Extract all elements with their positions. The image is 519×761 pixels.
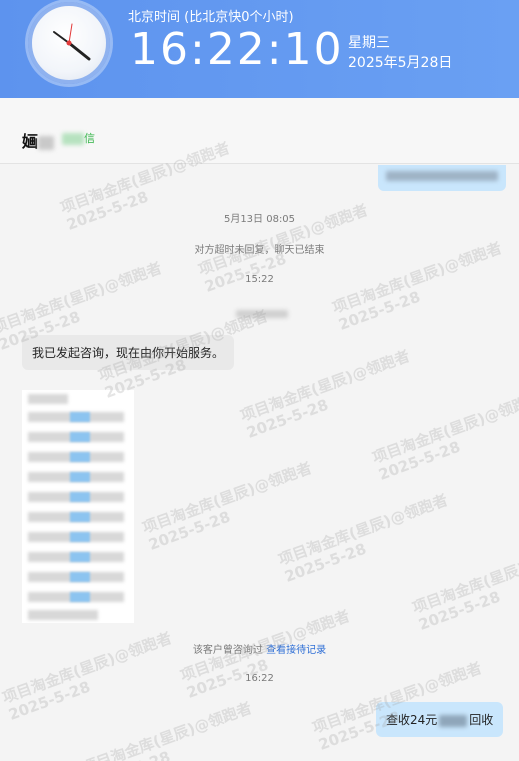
redacted-channel bbox=[62, 133, 84, 145]
redacted-name bbox=[38, 135, 55, 150]
message-out-redacted bbox=[378, 165, 506, 191]
system-notice: 对方超时未回复，聊天已结束 bbox=[194, 245, 325, 256]
contact-channel: 信 bbox=[62, 130, 95, 146]
timestamp-1: 15:22 bbox=[245, 274, 274, 285]
contact-header: 婳 信 bbox=[0, 98, 519, 164]
message-out-2-suffix: 回收 bbox=[469, 713, 494, 727]
redacted-item bbox=[439, 714, 468, 727]
clock-time: 16:22:10 bbox=[130, 24, 344, 75]
redacted-notice bbox=[236, 305, 288, 318]
message-out-2: 查收24元 回收 bbox=[376, 702, 504, 737]
message-in-1: 我已发起咨询，现在由你开始服务。 bbox=[22, 335, 235, 370]
clock-icon bbox=[28, 2, 110, 84]
clock-weekday: 星期三 bbox=[348, 35, 390, 51]
system-date: 5月13日 08:05 bbox=[223, 214, 296, 225]
chat-history[interactable]: 5月13日 08:05 对方超时未回复，聊天已结束 15:22 我已发起咨询，现… bbox=[0, 165, 519, 761]
view-history-link[interactable]: 查看接待记录 bbox=[266, 645, 326, 656]
clock-header: 北京时间 (比北京快0个小时) 16:22:10 星期三 2025年5月28日 bbox=[0, 0, 519, 98]
message-in-1-text: 我已发起咨询，现在由你开始服务。 bbox=[32, 346, 225, 360]
clock-date: 2025年5月28日 bbox=[348, 55, 453, 71]
message-out-2-prefix: 查收24元 bbox=[386, 713, 438, 727]
contact-name[interactable]: 婳 bbox=[22, 128, 55, 152]
timestamp-2: 16:22 bbox=[245, 673, 274, 684]
history-notice: 该客户曾咨询过 查看接待记录 bbox=[0, 641, 519, 656]
timezone-label: 北京时间 (比北京快0个小时) bbox=[128, 10, 294, 25]
channel-suffix: 信 bbox=[84, 132, 95, 145]
contact-name-text: 婳 bbox=[22, 132, 39, 151]
image-message[interactable] bbox=[22, 390, 134, 623]
history-prefix: 该客户曾咨询过 bbox=[192, 645, 263, 656]
redacted-text bbox=[386, 171, 498, 181]
